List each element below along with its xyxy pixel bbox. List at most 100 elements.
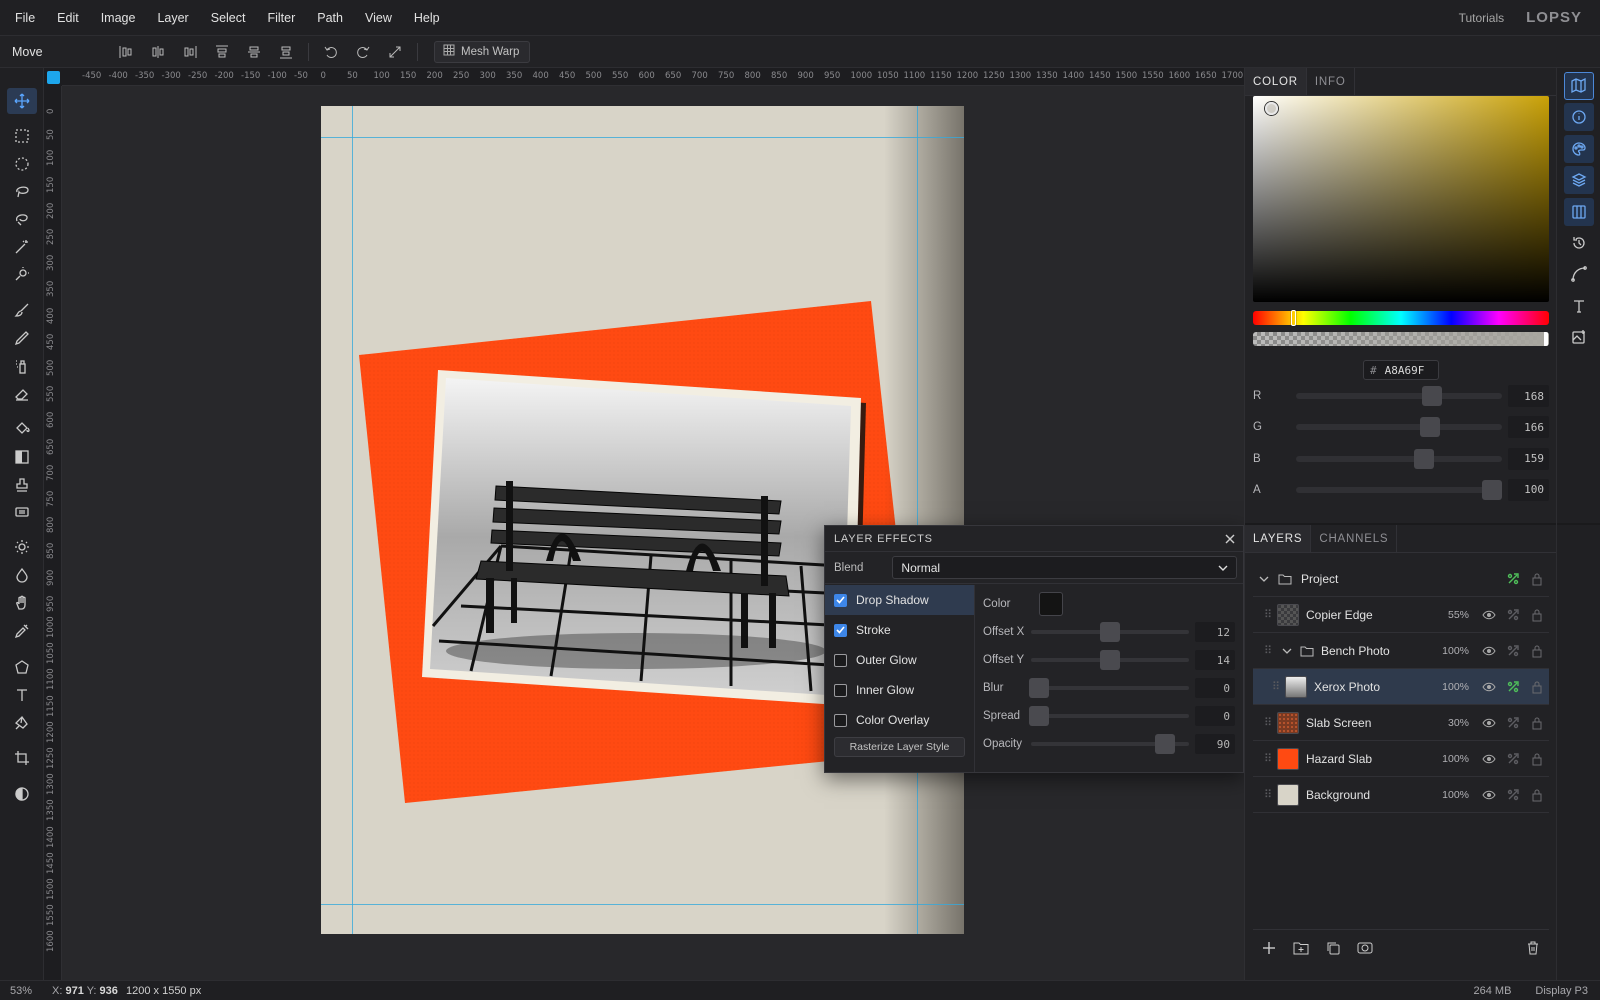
effect-item-outer-glow[interactable]: Outer Glow xyxy=(825,645,974,675)
menu-view[interactable]: View xyxy=(354,0,403,36)
contrast-icon[interactable] xyxy=(7,781,37,807)
eyedropper-icon[interactable] xyxy=(7,618,37,644)
lasso-icon[interactable] xyxy=(7,178,37,204)
prop-slider[interactable] xyxy=(1031,622,1189,642)
channel-slider-thumb[interactable] xyxy=(1413,448,1434,469)
prop-slider-thumb[interactable] xyxy=(1028,706,1049,726)
align-bottom-icon[interactable] xyxy=(270,38,302,66)
move-icon[interactable] xyxy=(7,88,37,114)
prop-slider[interactable] xyxy=(1028,678,1189,698)
prop-value-input[interactable]: 0 xyxy=(1195,706,1235,726)
image-add-icon[interactable] xyxy=(1564,323,1594,351)
rasterize-layer-style-button[interactable]: Rasterize Layer Style xyxy=(834,737,965,757)
chevron-down-icon[interactable] xyxy=(1253,575,1275,583)
document-canvas[interactable] xyxy=(321,106,964,934)
channel-slider[interactable] xyxy=(1296,417,1502,438)
guide-vertical[interactable] xyxy=(917,106,918,934)
align-top-icon[interactable] xyxy=(206,38,238,66)
fx-icon[interactable] xyxy=(1501,680,1525,694)
lock-icon[interactable] xyxy=(1525,644,1549,658)
ellipse-select-icon[interactable] xyxy=(7,151,37,177)
align-right-icon[interactable] xyxy=(174,38,206,66)
checkbox[interactable] xyxy=(834,623,847,637)
spray-icon[interactable] xyxy=(7,353,37,379)
dodge-icon[interactable] xyxy=(7,534,37,560)
prop-value-input[interactable]: 90 xyxy=(1195,734,1235,754)
add-layer-icon[interactable] xyxy=(1253,932,1285,964)
guide-horizontal[interactable] xyxy=(321,904,964,905)
channel-slider[interactable] xyxy=(1296,386,1502,406)
menu-select[interactable]: Select xyxy=(200,0,257,36)
zoom-level[interactable]: 53% xyxy=(0,985,44,997)
channel-slider-thumb[interactable] xyxy=(1419,417,1440,438)
drag-handle-icon[interactable]: ⠿ xyxy=(1259,716,1277,729)
prop-slider-thumb[interactable] xyxy=(1028,678,1049,698)
guide-vertical[interactable] xyxy=(352,106,353,934)
close-icon[interactable] xyxy=(1217,526,1243,552)
channel-slider-thumb[interactable] xyxy=(1481,479,1502,500)
guide-horizontal[interactable] xyxy=(321,137,964,138)
layer-row[interactable]: ⠿ Hazard Slab 100% xyxy=(1253,741,1549,777)
lock-icon[interactable] xyxy=(1525,608,1549,622)
layers-icon[interactable] xyxy=(1564,166,1594,194)
polygon-icon[interactable] xyxy=(7,654,37,680)
magic-wand-icon[interactable] xyxy=(7,234,37,260)
tab-channels[interactable]: CHANNELS xyxy=(1311,525,1398,552)
prop-slider-thumb[interactable] xyxy=(1100,622,1120,642)
align-middle-v-icon[interactable] xyxy=(238,38,270,66)
eraser-icon[interactable] xyxy=(7,381,37,407)
channel-value-input[interactable]: 166 xyxy=(1508,416,1549,439)
fx-icon[interactable] xyxy=(1501,608,1525,622)
hand-icon[interactable] xyxy=(7,590,37,616)
expand-icon[interactable] xyxy=(379,38,411,66)
lock-icon[interactable] xyxy=(1525,788,1549,802)
layer-row[interactable]: ⠿ Bench Photo 100% xyxy=(1253,633,1549,669)
align-left-icon[interactable] xyxy=(110,38,142,66)
eye-icon[interactable] xyxy=(1477,682,1501,692)
lock-icon[interactable] xyxy=(1525,572,1549,586)
prop-value-input[interactable]: 14 xyxy=(1195,650,1235,670)
menu-help[interactable]: Help xyxy=(403,0,451,36)
fx-icon[interactable] xyxy=(1501,752,1525,766)
lock-icon[interactable] xyxy=(1525,680,1549,694)
quick-select-icon[interactable] xyxy=(7,261,37,287)
channel-value-input[interactable]: 159 xyxy=(1508,447,1549,470)
patch-icon[interactable] xyxy=(7,499,37,525)
hue-slider-thumb[interactable] xyxy=(1291,310,1297,326)
bucket-icon[interactable] xyxy=(7,416,37,442)
vertical-ruler[interactable]: 0 50 100 150 200 250 300 350 400 450 500 550 600 650 7… xyxy=(44,86,62,980)
tutorials-link[interactable]: Tutorials xyxy=(1459,11,1505,25)
prop-slider[interactable] xyxy=(1031,650,1189,670)
magnetic-lasso-icon[interactable] xyxy=(7,206,37,232)
fx-icon[interactable] xyxy=(1501,644,1525,658)
saturation-value-field[interactable] xyxy=(1253,96,1549,302)
menu-file[interactable]: File xyxy=(0,0,46,36)
pencil-icon[interactable] xyxy=(7,325,37,351)
color-picker-handle[interactable] xyxy=(1265,102,1278,115)
prop-slider[interactable] xyxy=(1031,734,1189,754)
tab-info[interactable]: INFO xyxy=(1307,68,1355,95)
menu-edit[interactable]: Edit xyxy=(46,0,90,36)
add-folder-icon[interactable] xyxy=(1285,932,1317,964)
prop-slider-thumb[interactable] xyxy=(1155,734,1176,754)
trash-icon[interactable] xyxy=(1517,932,1549,964)
tab-color[interactable]: COLOR xyxy=(1245,68,1307,95)
checkbox[interactable] xyxy=(834,593,847,607)
blur-drop-icon[interactable] xyxy=(7,562,37,588)
ruler-origin[interactable] xyxy=(44,68,62,86)
history-icon[interactable] xyxy=(1564,229,1594,257)
text-icon[interactable] xyxy=(7,682,37,708)
drag-handle-icon[interactable]: ⠿ xyxy=(1259,752,1277,765)
lock-icon[interactable] xyxy=(1525,752,1549,766)
prop-slider-thumb[interactable] xyxy=(1100,650,1120,670)
crop-icon[interactable] xyxy=(7,745,37,771)
layer-row[interactable]: ⠿ Background 100% xyxy=(1253,777,1549,813)
pen-icon[interactable] xyxy=(7,710,37,736)
drag-handle-icon[interactable]: ⠿ xyxy=(1267,680,1285,693)
eye-icon[interactable] xyxy=(1477,646,1501,656)
channel-slider-thumb[interactable] xyxy=(1421,386,1442,406)
gradient-icon[interactable] xyxy=(7,444,37,470)
lock-icon[interactable] xyxy=(1525,716,1549,730)
horizontal-ruler[interactable]: -450 -400 -350 -300 -250 -200 -150 -100 -50 0 50 10… xyxy=(62,68,1244,86)
eye-icon[interactable] xyxy=(1477,790,1501,800)
